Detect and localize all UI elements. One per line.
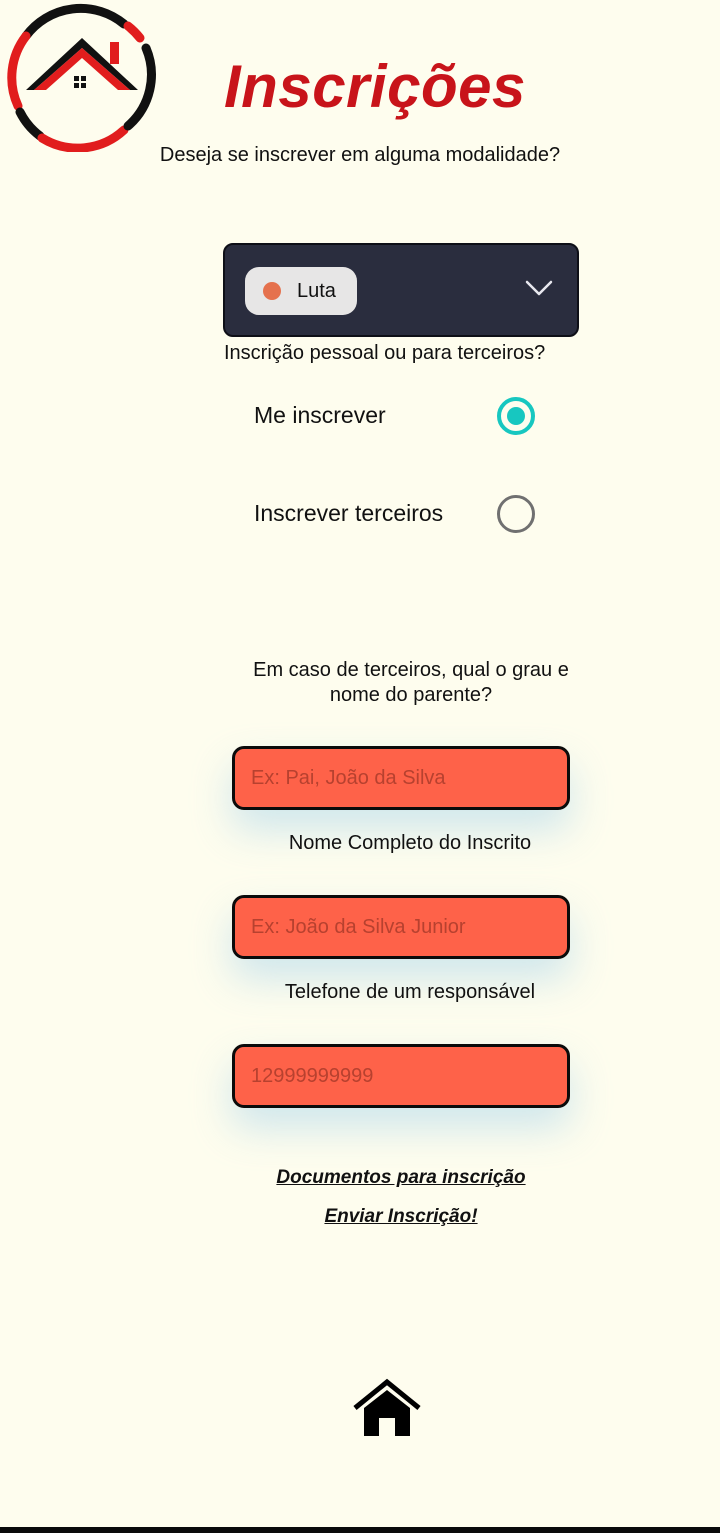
- relative-field-container: [232, 746, 570, 810]
- radio-button-self[interactable]: [497, 397, 535, 435]
- submit-registration-link[interactable]: Enviar Inscrição!: [0, 1206, 720, 1228]
- relative-input[interactable]: [232, 746, 570, 810]
- radio-option-self[interactable]: Me inscrever: [254, 394, 544, 438]
- registration-page: Inscrições Deseja se inscrever em alguma…: [0, 0, 720, 1533]
- home-icon[interactable]: [352, 1378, 422, 1440]
- documents-link[interactable]: Documentos para inscrição: [0, 1167, 720, 1189]
- full-name-field-container: [232, 895, 570, 959]
- phone-field-container: [232, 1044, 570, 1108]
- modality-select[interactable]: Luta: [223, 243, 579, 337]
- phone-input[interactable]: [232, 1044, 570, 1108]
- page-title: Inscrições: [224, 53, 526, 120]
- phone-caption: Telefone de um responsável: [284, 981, 536, 1003]
- system-navigation-bar: [0, 1527, 720, 1533]
- selected-modality-label: Luta: [297, 279, 336, 302]
- radio-label-self: Me inscrever: [254, 402, 386, 428]
- full-name-caption: Nome Completo do Inscrito: [288, 832, 532, 854]
- chevron-down-icon: [525, 280, 553, 296]
- house-logo-icon: [7, 3, 156, 152]
- modality-question: Deseja se inscrever em alguma modalidade…: [159, 144, 561, 166]
- full-name-input[interactable]: [232, 895, 570, 959]
- third-party-question: Em caso de terceiros, qual o grau e nome…: [253, 659, 569, 706]
- registration-type-question: Inscrição pessoal ou para terceiros?: [224, 342, 546, 364]
- selected-modality-chip: Luta: [245, 267, 357, 315]
- radio-label-third-party: Inscrever terceiros: [254, 500, 444, 526]
- radio-option-third-party[interactable]: Inscrever terceiros: [254, 492, 544, 536]
- modality-dot: [263, 282, 281, 300]
- radio-button-third-party[interactable]: [497, 495, 535, 533]
